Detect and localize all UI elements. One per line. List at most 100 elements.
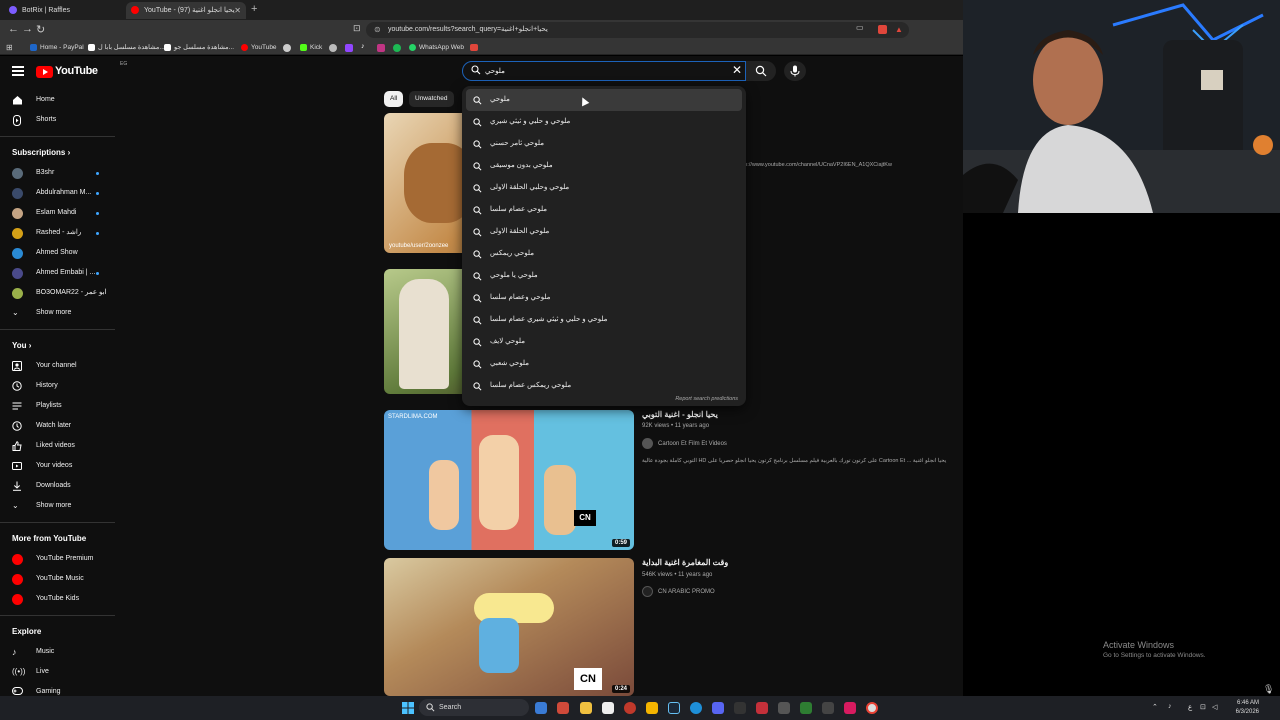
search-button[interactable] <box>746 61 776 81</box>
app-icon[interactable] <box>646 702 658 714</box>
taskbar-search[interactable]: Search <box>419 699 529 716</box>
copilot-icon[interactable] <box>535 702 547 714</box>
microphone-tray-icon[interactable]: 🎙 <box>1263 684 1274 695</box>
suggestion-item[interactable]: ملوحي وعصام سلسا <box>462 287 746 309</box>
sidebar-item-youtube-kids[interactable]: YouTube Kids <box>0 589 115 609</box>
sidebar-item-your-channel[interactable]: Your channel <box>0 356 115 376</box>
bookmark-extra-icon[interactable] <box>470 44 478 51</box>
sidebar-item-your-videos[interactable]: Your videos <box>0 456 115 476</box>
app-icon[interactable] <box>778 702 790 714</box>
sidebar-item-youtube-premium[interactable]: YouTube Premium <box>0 549 115 569</box>
steam-icon[interactable] <box>668 702 680 714</box>
apps-grid-icon[interactable]: ⊞ <box>6 43 13 52</box>
site-info-icon[interactable]: ⊜ <box>374 22 381 38</box>
extension-shield-icon[interactable] <box>878 25 887 34</box>
menu-icon[interactable] <box>12 66 24 76</box>
extension-triangle-icon[interactable]: ▲ <box>895 25 903 34</box>
suggestion-item[interactable]: ملوحي ريمكس <box>462 243 746 265</box>
search-input[interactable] <box>485 64 725 78</box>
tab-botrix[interactable]: BotRix | Raffles <box>4 2 122 19</box>
bookmark-kick[interactable]: Kick <box>300 40 322 55</box>
volume-icon[interactable]: ◁ <box>1212 703 1217 711</box>
suggestion-item[interactable]: ملوحي يا ملوحي <box>462 265 746 287</box>
bookmark-chatgpt-icon[interactable] <box>329 44 337 52</box>
sidebar-item-downloads[interactable]: Downloads <box>0 476 115 496</box>
network-icon[interactable]: ⊡ <box>1200 703 1206 711</box>
bookmark-instagram-icon[interactable] <box>377 44 385 52</box>
chip-unwatched[interactable]: Unwatched <box>409 91 454 107</box>
show-more-you[interactable]: ⌄ Show more <box>0 496 115 516</box>
bookmark-series-1[interactable]: مشاهدة مسلسل بابا ل... <box>88 40 165 55</box>
sidebar-item-youtube-music[interactable]: YouTube Music <box>0 569 115 589</box>
sidebar-item-history[interactable]: History <box>0 376 115 396</box>
discord-icon[interactable] <box>712 702 724 714</box>
sidebar-item-subscription[interactable]: Ahmed Embabi | ... <box>0 263 115 283</box>
suggestion-item[interactable]: ملوحي لايف <box>462 331 746 353</box>
sidebar-item-shorts[interactable]: Shorts <box>0 110 115 130</box>
app-icon[interactable] <box>734 702 746 714</box>
sidebar-item-watch-later[interactable]: Watch later <box>0 416 115 436</box>
tiktok-icon[interactable] <box>844 702 856 714</box>
channel-link[interactable]: Cartoon Et Film Et Videos <box>642 438 727 449</box>
sidebar-item-liked-videos[interactable]: Liked videos <box>0 436 115 456</box>
subscriptions-heading[interactable]: Subscriptions › <box>0 143 115 163</box>
you-heading[interactable]: You › <box>0 336 115 356</box>
bookmark-paypal[interactable]: Home - PayPal <box>30 40 84 55</box>
suggestion-item[interactable]: ملوحي <box>466 89 742 111</box>
video-title[interactable]: وقت المغامرة اغنية البداية <box>642 558 728 567</box>
suggestion-item[interactable]: ملوحي وحلبي الحلقة الاولى <box>462 177 746 199</box>
chip-all[interactable]: All <box>384 91 404 107</box>
video-title[interactable]: يحيا انجلو - اغنية التوبي <box>642 410 718 419</box>
bookmark-whatsapp[interactable]: WhatsApp Web <box>409 40 464 55</box>
app-icon[interactable] <box>800 702 812 714</box>
brave-icon[interactable] <box>557 702 569 714</box>
channel-link[interactable]: CN ARABIC PROMO <box>642 586 715 597</box>
suggestion-item[interactable]: ملوحي الحلقة الاولى <box>462 221 746 243</box>
tab-youtube[interactable]: YouTube - (97) يحيا انجلو اغنية ✕ <box>126 2 246 19</box>
tray-chevron-icon[interactable]: ⌃ <box>1152 703 1158 711</box>
bookmark-spotify-icon[interactable] <box>393 44 401 52</box>
voice-search-button[interactable] <box>784 61 806 81</box>
suggestion-item[interactable]: ملوحي بدون موسيقى <box>462 155 746 177</box>
sidebar-item-subscription[interactable]: Eslam Mahdi <box>0 203 115 223</box>
suggestion-item[interactable]: ملوحي و حلبي و ثيثي شيري <box>462 111 746 133</box>
video-thumbnail[interactable]: CN 0:24 <box>384 558 634 696</box>
sidebar-item-home[interactable]: Home <box>0 90 115 110</box>
system-clock[interactable]: 6:46 AM 6/3/2026 <box>1225 699 1259 717</box>
chrome-icon[interactable] <box>866 702 878 714</box>
sidebar-item-gaming[interactable]: Gaming <box>0 682 115 696</box>
file-explorer-icon[interactable] <box>580 702 592 714</box>
suggestion-item[interactable]: ملوحي عصام سلسا <box>462 199 746 221</box>
bookmark-globe-icon[interactable] <box>283 44 291 52</box>
windows-start-icon[interactable] <box>402 702 414 714</box>
suggestion-item[interactable]: ملوحي و حلبي و ثيثي شيري عصام سلسا <box>462 309 746 331</box>
bookmark-star-icon[interactable]: ⊡ <box>353 23 361 34</box>
app-icon[interactable] <box>756 702 768 714</box>
store-icon[interactable] <box>602 702 614 714</box>
sidebar-item-playlists[interactable]: Playlists <box>0 396 115 416</box>
url-bar[interactable]: ⊜ youtube.com/results?search_query=يحيا+… <box>366 22 909 38</box>
bookmark-series-2[interactable]: مشاهدة مسلسل جو... <box>164 40 234 55</box>
edge-icon[interactable] <box>690 702 702 714</box>
reload-icon[interactable]: ↻ <box>36 23 45 36</box>
back-icon[interactable]: ← <box>8 23 19 35</box>
app-icon[interactable] <box>822 702 834 714</box>
sidebar-item-subscription[interactable]: BO3OMAR22 - ابو عمر <box>0 283 115 303</box>
close-tab-icon[interactable]: ✕ <box>234 2 241 19</box>
suggestion-item[interactable]: ملوحي شعبي <box>462 353 746 375</box>
mic-tray-icon[interactable]: ♪ <box>1168 703 1172 710</box>
language-indicator[interactable]: ع <box>1188 703 1192 711</box>
sidebar-item-subscription[interactable]: Ahmed Show <box>0 243 115 263</box>
forward-icon[interactable]: → <box>22 23 33 35</box>
sidebar-item-music[interactable]: ♪ Music <box>0 642 115 662</box>
app-icon[interactable] <box>624 702 636 714</box>
sidebar-item-live[interactable]: ((•)) Live <box>0 662 115 682</box>
video-thumbnail[interactable]: STARDLIMA.COM CN 0:59 <box>384 410 634 550</box>
report-predictions-link[interactable]: Report search predictions <box>675 396 738 402</box>
sidebar-item-subscription[interactable]: Abdulrahman M... <box>0 183 115 203</box>
search-box[interactable]: ✕ <box>462 61 746 81</box>
sidebar-item-subscription[interactable]: Rashed - راشد <box>0 223 115 243</box>
bookmark-youtube[interactable]: YouTube <box>241 40 277 55</box>
bookmark-tiktok-icon[interactable]: ♪ <box>361 43 365 50</box>
new-tab-button[interactable]: + <box>251 3 257 15</box>
